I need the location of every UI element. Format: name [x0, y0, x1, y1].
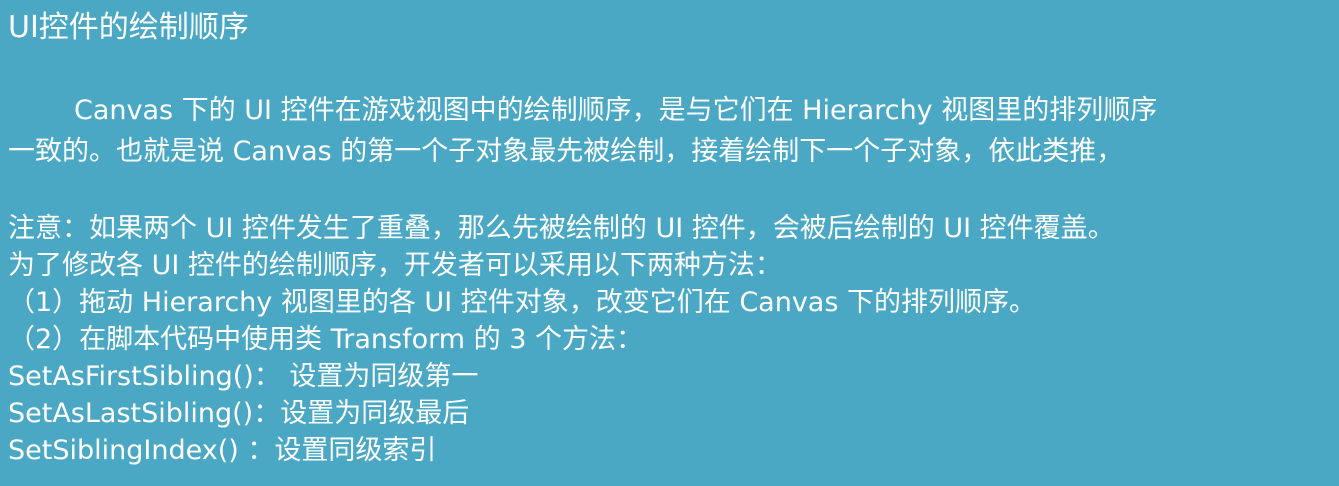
slide-title: UI控件的绘制顺序 — [8, 10, 249, 45]
slide: UI控件的绘制顺序 Canvas 下的 UI 控件在游戏视图中的绘制顺序，是与它… — [0, 0, 1339, 486]
paragraph-line-1: Canvas 下的 UI 控件在游戏视图中的绘制顺序，是与它们在 Hierarc… — [74, 95, 1158, 126]
method-1-text: （1）拖动 Hierarchy 视图里的各 UI 控件对象，改变它们在 Canv… — [8, 287, 1037, 318]
methods-intro-text: 为了修改各 UI 控件的绘制顺序，开发者可以采用以下两种方法： — [8, 250, 782, 281]
note-text: 注意：如果两个 UI 控件发生了重叠，那么先被绘制的 UI 控件，会被后绘制的 … — [8, 213, 1115, 244]
slide-body: Canvas 下的 UI 控件在游戏视图中的绘制顺序，是与它们在 Hierarc… — [8, 90, 1333, 469]
notes-block: 注意：如果两个 UI 控件发生了重叠，那么先被绘制的 UI 控件，会被后绘制的 … — [8, 210, 1333, 469]
api-item-last-sibling: SetAsLastSibling()：设置为同级最后 — [8, 398, 470, 429]
paragraph-line-2: 一致的。也就是说 Canvas 的第一个子对象最先被绘制，接着绘制下一个子对象，… — [8, 136, 1124, 167]
api-item-sibling-index: SetSiblingIndex() ：设置同级索引 — [8, 435, 437, 466]
api-item-first-sibling: SetAsFirstSibling()： 设置为同级第一 — [8, 361, 479, 392]
method-2-text: （2）在脚本代码中使用类 Transform 的 3 个方法： — [8, 324, 643, 355]
